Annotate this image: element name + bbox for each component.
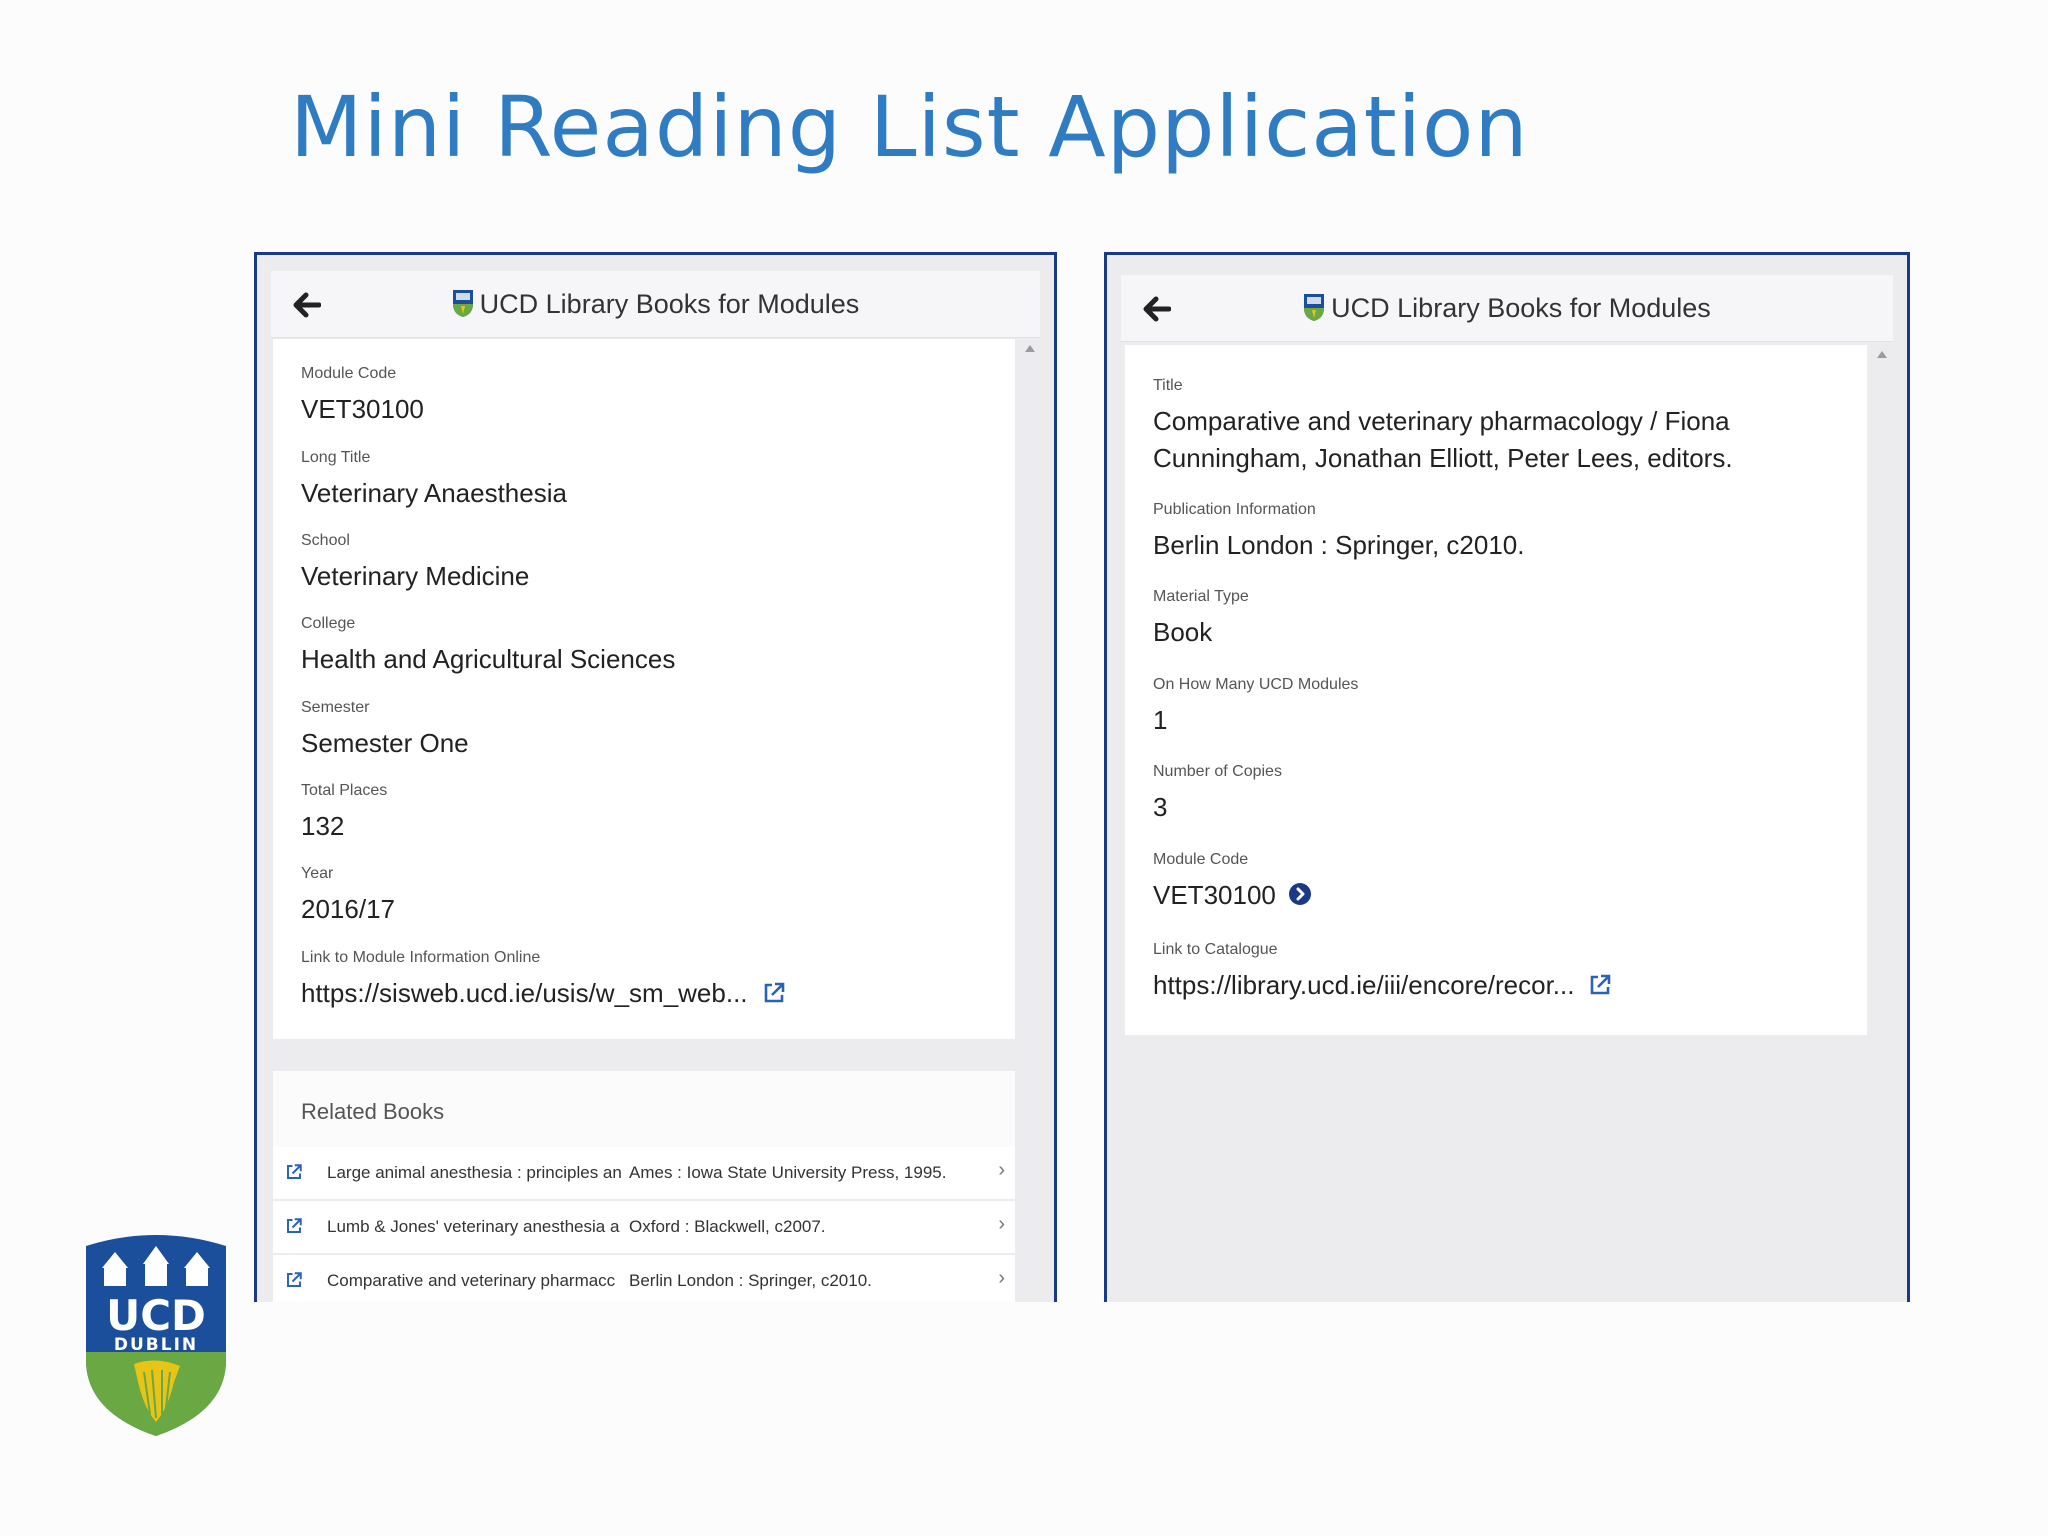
related-books-header: Related Books <box>273 1071 1015 1147</box>
field-total-places: Total Places 132 <box>301 782 388 841</box>
module-code-link[interactable]: VET30100 <box>1153 880 1276 910</box>
book-details-card: Title Comparative and veterinary pharmac… <box>1125 345 1867 1035</box>
module-details-card: Module Code VET30100 Long Title Veterina… <box>273 339 1015 1039</box>
related-book-row[interactable]: Comparative and veterinary pharmacc Berl… <box>273 1255 1015 1302</box>
related-book-title: Lumb & Jones' veterinary anesthesia a <box>327 1217 620 1236</box>
ucd-crest-icon <box>1304 294 1325 321</box>
module-screen: UCD Library Books for Modules Module Cod… <box>254 252 1057 1302</box>
field-module-code: Module Code VET30100 <box>301 365 424 424</box>
app-title: UCD Library Books for Modules <box>271 288 1040 320</box>
field-module-count: On How Many UCD Modules 1 <box>1153 676 1359 735</box>
slide-title: Mini Reading List Application <box>290 78 1529 176</box>
scroll-up-arrow[interactable] <box>1025 345 1035 352</box>
related-book-row[interactable]: Lumb & Jones' veterinary anesthesia a Ox… <box>273 1201 1015 1253</box>
external-link-icon <box>287 1164 302 1179</box>
field-publication: Publication Information Berlin London : … <box>1153 501 1525 560</box>
related-book-publication: Ames : Iowa State University Press, 1995… <box>629 1163 947 1182</box>
field-title: Title Comparative and veterinary pharmac… <box>1153 377 1733 473</box>
field-module-link: Link to Module Information Online https:… <box>301 949 987 1012</box>
field-school: School Veterinary Medicine <box>301 532 530 591</box>
app-title-text: UCD Library Books for Modules <box>1331 293 1711 323</box>
related-book-title: Large animal anesthesia : principles an <box>327 1163 622 1182</box>
logo-text-ucd: UCD <box>106 1291 206 1340</box>
external-link-icon <box>287 1272 302 1287</box>
related-book-title: Comparative and veterinary pharmacc <box>327 1271 616 1290</box>
external-link-icon[interactable] <box>1588 973 1612 997</box>
related-book-publication: Oxford : Blackwell, c2007. <box>629 1217 826 1236</box>
ucd-crest-icon <box>452 290 473 317</box>
field-module-code: Module Code VET30100 <box>1153 851 1839 914</box>
chevron-right-icon: › <box>998 1213 1005 1235</box>
related-book-publication: Berlin London : Springer, c2010. <box>629 1271 872 1290</box>
catalogue-link[interactable]: https://library.ucd.ie/iii/encore/recor.… <box>1153 970 1574 1000</box>
field-college: College Health and Agricultural Sciences <box>301 615 676 674</box>
chevron-right-icon: › <box>998 1267 1005 1289</box>
external-link-icon[interactable] <box>762 981 786 1005</box>
app-bar: UCD Library Books for Modules <box>1121 275 1893 342</box>
logo-text-dublin: DUBLIN <box>114 1335 198 1355</box>
arrow-circle-right-icon[interactable] <box>1288 882 1312 906</box>
related-book-row[interactable]: Large animal anesthesia : principles an … <box>273 1147 1015 1199</box>
app-title-text: UCD Library Books for Modules <box>479 289 860 319</box>
field-long-title: Long Title Veterinary Anaesthesia <box>301 449 567 508</box>
external-link-icon <box>287 1218 302 1233</box>
ucd-dublin-logo: UCD DUBLIN <box>86 1235 226 1436</box>
book-screen: UCD Library Books for Modules Title Comp… <box>1104 252 1910 1302</box>
field-year: Year 2016/17 <box>301 865 395 924</box>
field-catalogue-link: Link to Catalogue https://library.ucd.ie… <box>1153 941 1839 1004</box>
module-info-link[interactable]: https://sisweb.ucd.ie/usis/w_sm_web... <box>301 978 748 1008</box>
app-bar: UCD Library Books for Modules <box>271 271 1040 338</box>
field-semester: Semester Semester One <box>301 699 469 758</box>
chevron-right-icon: › <box>998 1159 1005 1181</box>
scroll-up-arrow[interactable] <box>1877 351 1887 358</box>
field-material-type: Material Type Book <box>1153 588 1249 647</box>
field-copies: Number of Copies 3 <box>1153 763 1282 822</box>
app-title: UCD Library Books for Modules <box>1121 292 1893 324</box>
